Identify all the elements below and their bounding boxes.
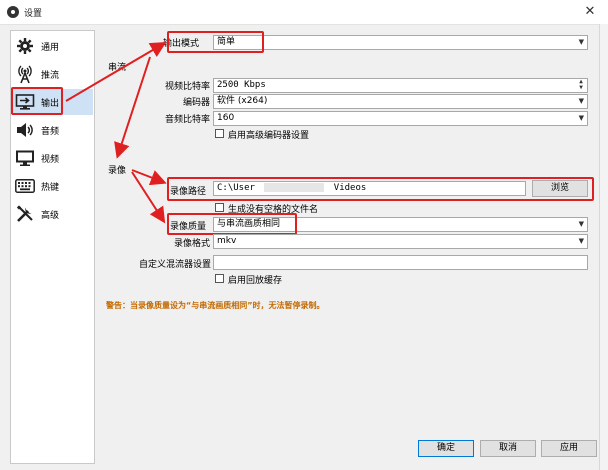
arrow-to-output-mode: [65, 41, 167, 102]
cancel-button[interactable]: 取消: [480, 440, 536, 457]
apply-button[interactable]: 应用: [541, 440, 597, 457]
annotation-arrows: [65, 41, 167, 224]
arrow-to-recording-section: [114, 56, 151, 159]
ok-button[interactable]: 确定: [418, 440, 474, 457]
